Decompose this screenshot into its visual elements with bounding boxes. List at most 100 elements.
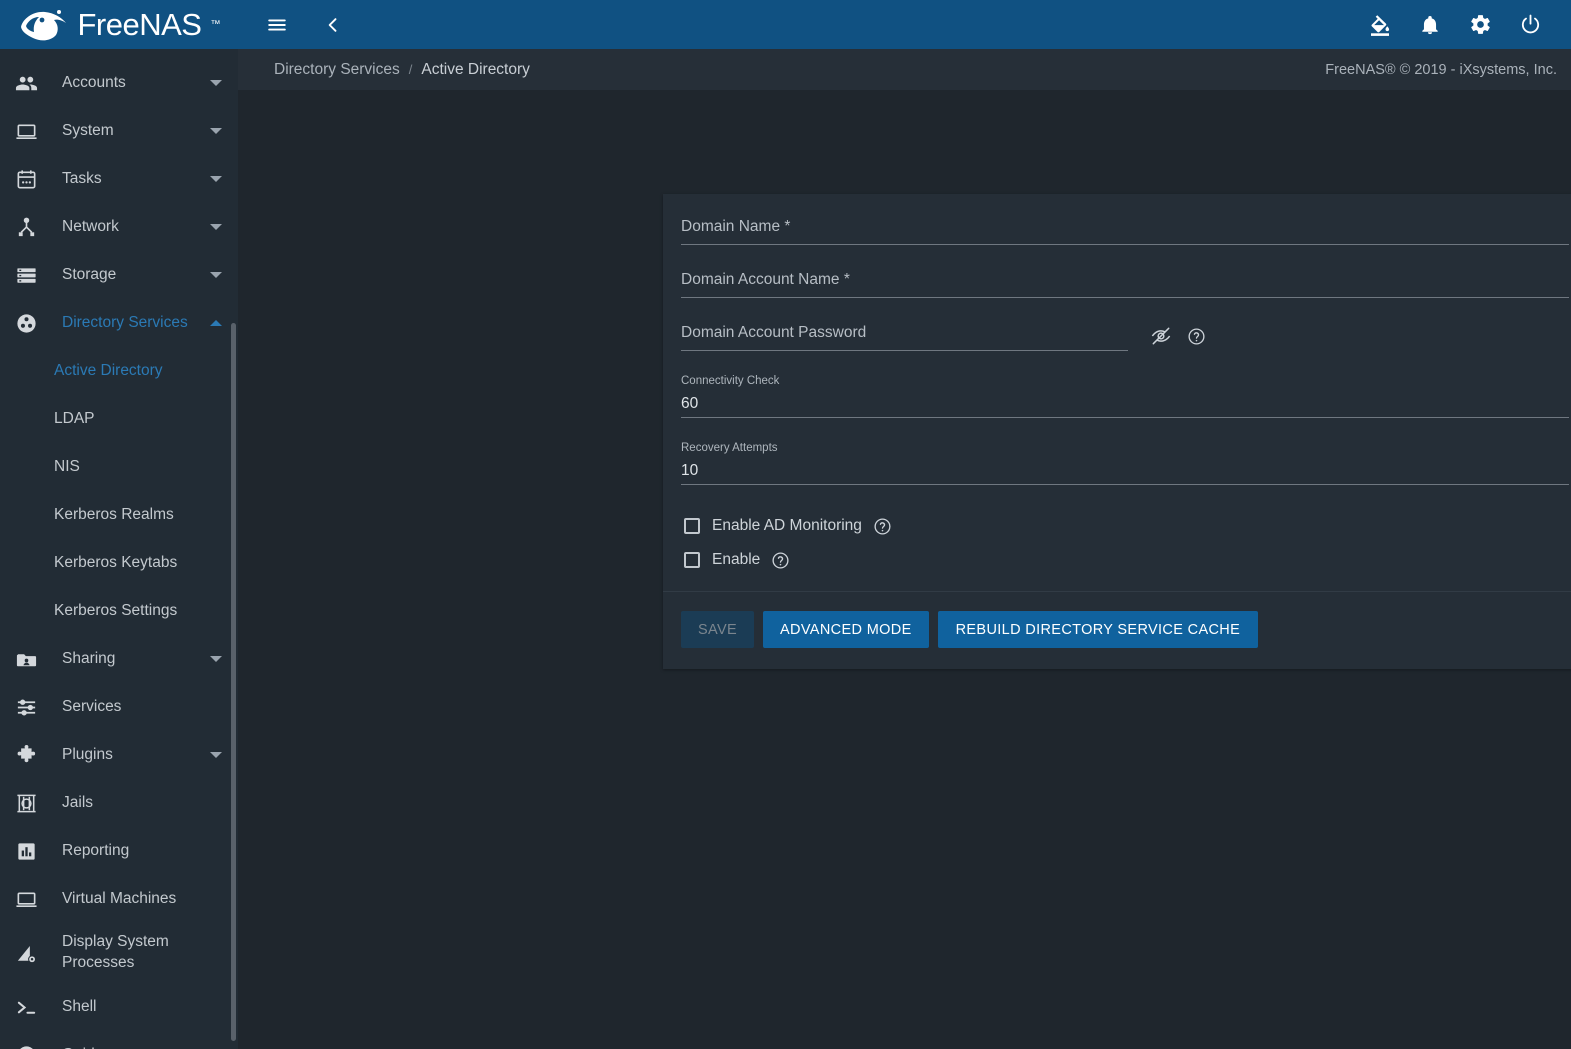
sidebar-item-label: Tasks [62, 170, 102, 187]
rebuild-directory-service-cache-button[interactable]: REBUILD DIRECTORY SERVICE CACHE [937, 611, 1259, 648]
sidebar-item-label: Jails [62, 794, 94, 811]
sidebar-item-kerberos-keytabs[interactable]: Kerberos Keytabs [0, 539, 238, 587]
gear-icon[interactable] [1463, 8, 1497, 42]
hamburger-menu-icon[interactable] [260, 8, 294, 42]
help-circle-icon[interactable] [1187, 327, 1206, 346]
sidebar-scrollbar[interactable] [231, 323, 236, 1041]
sidebar-item-sharing[interactable]: Sharing [0, 635, 238, 683]
breadcrumb-current: Active Directory [421, 60, 530, 78]
domain-name-input-wrap: Domain Name * [681, 216, 1569, 245]
sidebar-subitem-label: Active Directory [54, 362, 163, 379]
sidebar-item-system[interactable]: System [0, 107, 238, 155]
freenas-app: FreeNAS ™ Accounts System Tasks Network … [0, 0, 1571, 1049]
sidebar-item-label: Display System Processes [62, 933, 169, 971]
sidebar-item-directory-services[interactable]: Directory Services [0, 299, 238, 347]
domain-account-password-field: Domain Account Password [681, 322, 1571, 361]
help-circle-icon[interactable] [873, 517, 892, 536]
help-circle-icon[interactable] [771, 551, 790, 570]
sidebar-nav: Accounts System Tasks Network Storage Di… [0, 49, 238, 1049]
bar-chart-icon [10, 840, 42, 863]
enable-ad-monitoring-checkbox[interactable] [684, 518, 700, 534]
sidebar-item-label: Virtual Machines [62, 890, 177, 907]
connectivity-check-label: Connectivity Check [681, 375, 780, 387]
sidebar-item-nis[interactable]: NIS [0, 443, 238, 491]
sidebar: FreeNAS ™ Accounts System Tasks Network … [0, 0, 238, 1049]
sidebar-item-kerberos-settings[interactable]: Kerberos Settings [0, 587, 238, 635]
chevron-down-icon[interactable] [208, 128, 224, 134]
people-icon [10, 72, 42, 95]
toolbar-left-group [260, 8, 350, 42]
chevron-down-icon[interactable] [208, 224, 224, 230]
domain-name-input[interactable] [681, 216, 1569, 245]
toolbar-right-group [1363, 8, 1557, 42]
sidebar-item-label: Services [62, 698, 122, 715]
chevron-down-icon[interactable] [208, 656, 224, 662]
sidebar-item-services[interactable]: Services [0, 683, 238, 731]
enable-ad-monitoring-label: Enable AD Monitoring [712, 517, 862, 534]
form-body: Domain Name * Domain Account Name * Doma… [663, 194, 1571, 591]
sidebar-item-label: Plugins [62, 746, 113, 763]
chevron-down-icon[interactable] [208, 80, 224, 86]
recovery-attempts-input[interactable]: 10 [681, 456, 1569, 485]
top-toolbar [238, 0, 1571, 49]
content-area: Domain Name * Domain Account Name * Doma… [238, 90, 1571, 1049]
paint-bucket-icon[interactable] [1363, 8, 1397, 42]
connectivity-check-field: Connectivity Check 60 [681, 375, 1571, 428]
connectivity-check-value: 60 [681, 395, 699, 412]
recovery-attempts-value: 10 [681, 462, 699, 479]
sidebar-item-label: Accounts [62, 74, 126, 91]
sidebar-item-label: Reporting [62, 842, 130, 859]
sidebar-item-ldap[interactable]: LDAP [0, 395, 238, 443]
sidebar-item-storage[interactable]: Storage [0, 251, 238, 299]
sidebar-item-label: Directory Services [62, 314, 188, 331]
sidebar-item-label: Shell [62, 998, 97, 1015]
chevron-left-icon[interactable] [316, 8, 350, 42]
chevron-down-icon[interactable] [208, 176, 224, 182]
sidebar-item-label: System [62, 122, 114, 139]
domain-account-name-input-wrap: Domain Account Name * [681, 269, 1569, 298]
sidebar-item-display-system-processes[interactable]: Display System Processes [0, 923, 238, 983]
brand-header[interactable]: FreeNAS ™ [0, 0, 238, 49]
brand-logo: FreeNAS ™ [18, 7, 220, 43]
brand-name: FreeNAS [77, 7, 202, 42]
recovery-attempts-label: Recovery Attempts [681, 442, 778, 454]
chevron-down-icon[interactable] [208, 752, 224, 758]
sidebar-item-plugins[interactable]: Plugins [0, 731, 238, 779]
sidebar-item-reporting[interactable]: Reporting [0, 827, 238, 875]
sidebar-subitem-label: Kerberos Realms [54, 506, 174, 523]
power-icon[interactable] [1513, 8, 1547, 42]
breadcrumb-parent[interactable]: Directory Services [274, 61, 400, 79]
monitor-icon [10, 888, 42, 911]
eye-off-icon[interactable] [1150, 325, 1172, 347]
sidebar-subitem-label: LDAP [54, 410, 95, 427]
advanced-mode-button[interactable]: ADVANCED MODE [763, 611, 929, 648]
domain-account-name-field: Domain Account Name * [681, 269, 1571, 308]
recovery-attempts-field: Recovery Attempts 10 [681, 442, 1571, 495]
laptop-icon [10, 120, 42, 143]
connectivity-check-input[interactable]: 60 [681, 389, 1569, 418]
sidebar-item-jails[interactable]: Jails [0, 779, 238, 827]
save-button[interactable]: SAVE [681, 611, 755, 648]
sidebar-item-guide[interactable]: Guide [0, 1031, 238, 1049]
enable-row: Enable [684, 543, 1571, 577]
domain-account-password-input-wrap: Domain Account Password [681, 322, 1128, 351]
sidebar-item-tasks[interactable]: Tasks [0, 155, 238, 203]
chevron-up-icon[interactable] [208, 320, 224, 326]
sidebar-item-shell[interactable]: Shell [0, 983, 238, 1031]
chevron-down-icon[interactable] [208, 272, 224, 278]
domain-account-name-input[interactable] [681, 269, 1569, 298]
sidebar-item-kerberos-realms[interactable]: Kerberos Realms [0, 491, 238, 539]
domain-account-password-input[interactable] [681, 322, 1128, 351]
sidebar-item-virtual-machines[interactable]: Virtual Machines [0, 875, 238, 923]
sidebar-item-accounts[interactable]: Accounts [0, 59, 238, 107]
sidebar-item-network[interactable]: Network [0, 203, 238, 251]
sidebar-item-active-directory[interactable]: Active Directory [0, 347, 238, 395]
breadcrumb: Directory Services / Active Directory [274, 61, 530, 79]
bell-icon[interactable] [1413, 8, 1447, 42]
form-actions: SAVE ADVANCED MODE REBUILD DIRECTORY SER… [663, 591, 1571, 669]
sliders-icon [10, 696, 42, 719]
server-rack-icon [10, 264, 42, 287]
active-directory-form-card: Domain Name * Domain Account Name * Doma… [663, 194, 1571, 669]
network-nodes-icon [10, 216, 42, 239]
enable-checkbox[interactable] [684, 552, 700, 568]
